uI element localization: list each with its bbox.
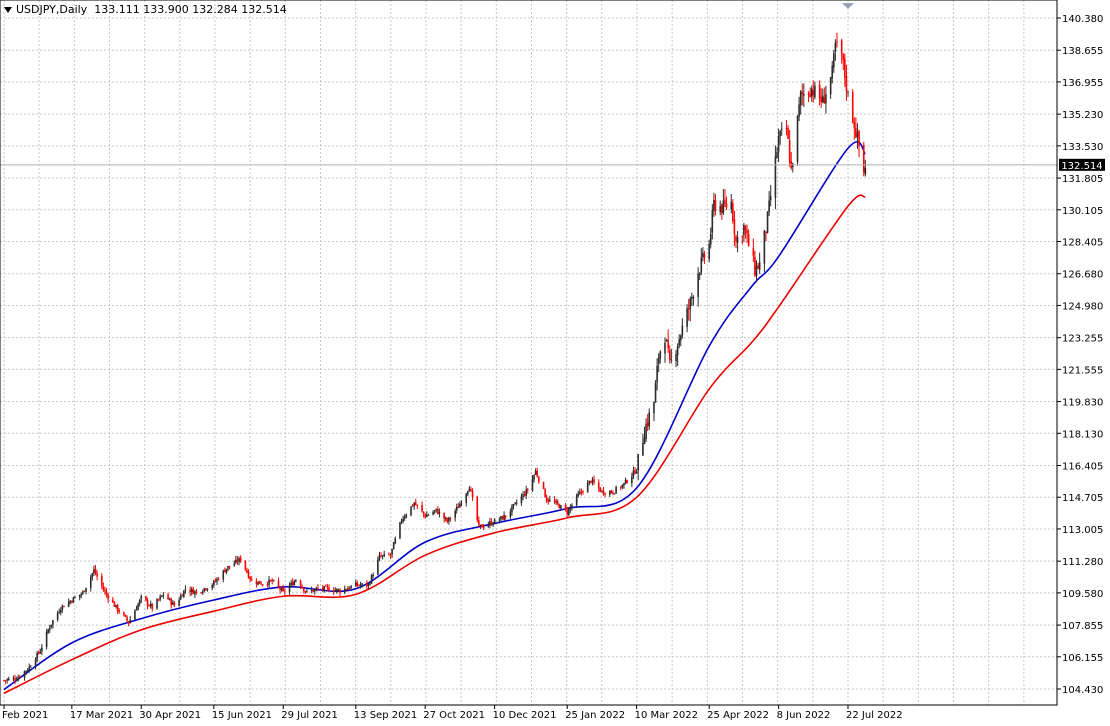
y-tick-label: 109.580 — [1062, 589, 1103, 600]
high-value: 133.900 — [143, 3, 189, 16]
chart-header: USDJPY,Daily 133.111 133.900 132.284 132… — [4, 3, 287, 16]
y-tick-label: 106.155 — [1062, 653, 1103, 664]
low-value: 132.284 — [192, 3, 238, 16]
x-tick-label: 17 Mar 2021 — [70, 710, 133, 721]
candle — [501, 515, 504, 520]
x-tick-label: 27 Oct 2021 — [423, 710, 485, 721]
candle — [654, 380, 657, 403]
open-value: 133.111 — [94, 3, 140, 16]
y-tick-label: 138.655 — [1062, 46, 1103, 57]
candle — [851, 89, 854, 124]
candle — [766, 211, 769, 234]
candle — [399, 521, 401, 540]
candle — [156, 598, 158, 610]
candle — [542, 481, 545, 490]
candle — [370, 573, 373, 585]
price-chart[interactable]: 140.380 138.655 136.955 135.230 133.530 131.8… — [0, 0, 1110, 722]
candle — [72, 596, 75, 603]
y-tick-label: 107.855 — [1062, 621, 1103, 632]
candle — [476, 495, 479, 523]
candle — [392, 541, 395, 550]
x-tick-label: 10 Dec 2021 — [493, 710, 557, 721]
candle — [45, 628, 48, 650]
y-tick-label: 114.705 — [1062, 493, 1103, 504]
x-tick-label: 15 Jun 2021 — [212, 710, 272, 721]
x-tick-label: 25 Apr 2022 — [707, 710, 769, 721]
candle — [258, 580, 261, 584]
y-tick-label: 111.280 — [1062, 557, 1103, 568]
candle — [134, 609, 136, 621]
menu-triangle-icon[interactable] — [4, 7, 12, 13]
y-tick-label: 104.430 — [1062, 685, 1103, 696]
close-value: 132.514 — [241, 3, 287, 16]
y-tick-label: 113.005 — [1062, 525, 1103, 536]
y-tick-label: 124.980 — [1062, 301, 1103, 312]
y-tick-label: 130.105 — [1062, 206, 1103, 217]
candle — [862, 141, 865, 177]
candle — [558, 503, 561, 509]
symbol-label: USDJPY,Daily — [16, 3, 88, 16]
y-tick-label: 135.230 — [1062, 110, 1103, 121]
y-tick-label: 123.255 — [1062, 334, 1103, 345]
chart-area[interactable]: 140.380 138.655 136.955 135.230 133.530 131.8… — [0, 0, 1110, 722]
y-tick-label: 140.380 — [1062, 14, 1103, 25]
y-tick-label: 119.830 — [1062, 398, 1103, 409]
x-tick-label: 10 Mar 2022 — [635, 710, 698, 721]
y-tick-label: 131.805 — [1062, 174, 1103, 185]
x-tick-label: 25 Jan 2022 — [565, 710, 625, 721]
y-tick-label: 126.680 — [1062, 270, 1103, 281]
candle — [796, 115, 799, 166]
y-tick-label: 118.130 — [1062, 429, 1103, 440]
current-price-label: 132.514 — [1059, 158, 1105, 172]
y-tick-label: 133.530 — [1062, 142, 1103, 153]
y-tick-label: 121.555 — [1062, 365, 1103, 376]
x-tick-label: 30 Apr 2021 — [139, 710, 201, 721]
y-tick-label: 128.405 — [1062, 238, 1103, 249]
current-price-text: 132.514 — [1061, 161, 1102, 172]
x-tick-label: Feb 2021 — [2, 710, 48, 721]
x-tick-label: 8 Jun 2022 — [777, 710, 831, 721]
x-tick-label: 29 Jul 2021 — [281, 710, 338, 721]
candle — [410, 506, 412, 517]
candle — [544, 487, 546, 498]
y-tick-label: 136.955 — [1062, 78, 1103, 89]
candle — [481, 523, 483, 528]
x-tick-label: 13 Sep 2021 — [354, 710, 417, 721]
candle — [613, 493, 616, 495]
x-tick-label: 22 Jul 2022 — [846, 710, 903, 721]
y-tick-label: 116.405 — [1062, 461, 1103, 472]
